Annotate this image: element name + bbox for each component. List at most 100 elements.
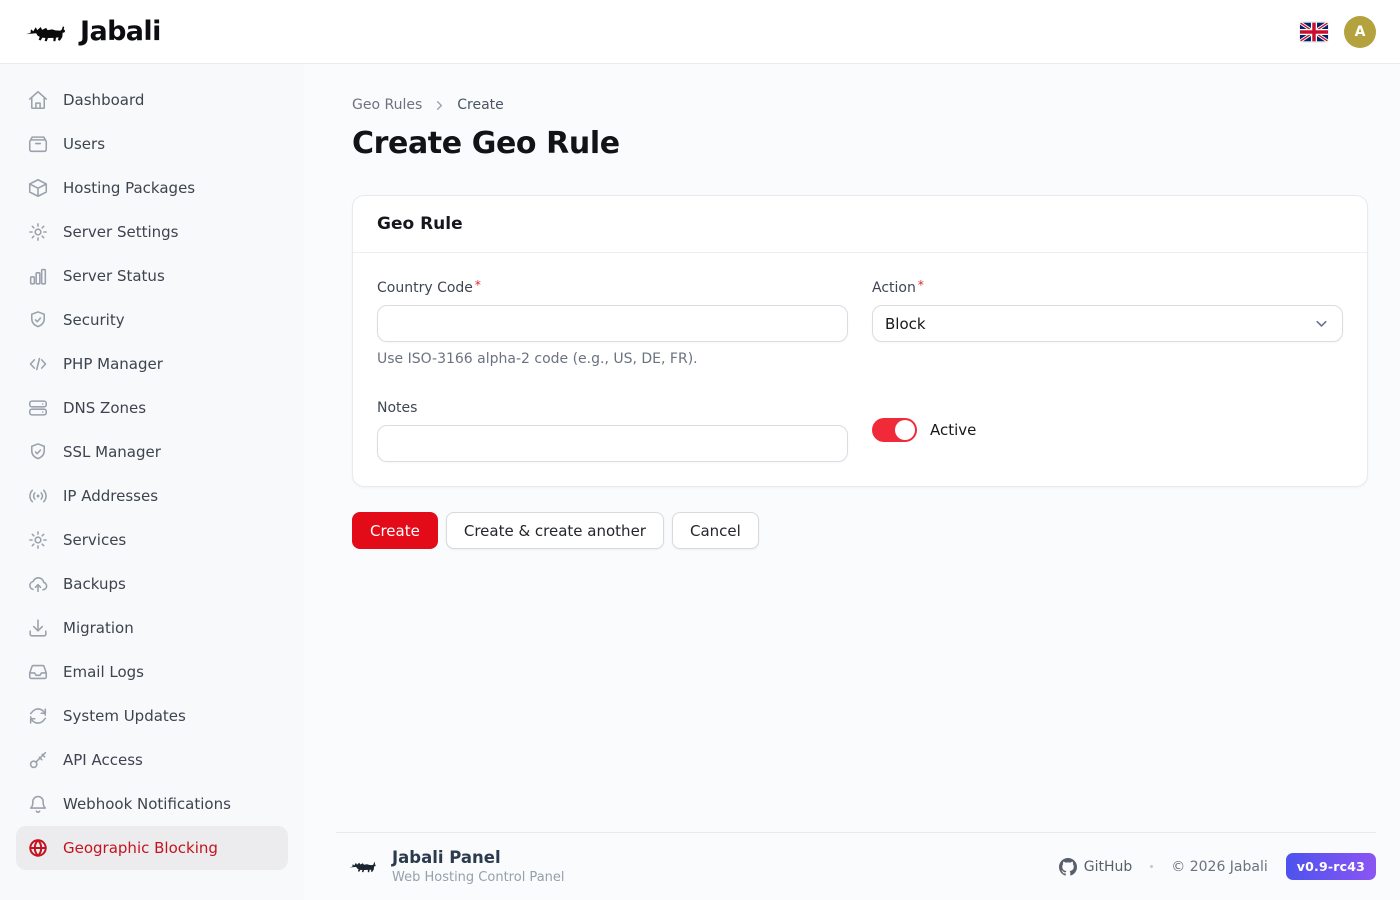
country-code-label: Country Code* [377,280,481,297]
notes-input[interactable] [377,425,848,462]
sidebar-item-server-status[interactable]: Server Status [16,254,288,298]
footer-brand: Jabali Panel [392,848,565,868]
sidebar-item-hosting-packages[interactable]: Hosting Packages [16,166,288,210]
language-flag-button[interactable] [1300,22,1328,42]
sidebar-item-services[interactable]: Services [16,518,288,562]
chevron-right-icon [432,98,447,113]
card-header: Geo Rule [353,196,1367,253]
sidebar-item-label: DNS Zones [63,399,146,417]
server-stack-icon [27,397,49,419]
footer-copyright: © 2026 Jabali [1171,859,1267,875]
boar-logo-icon [348,855,379,877]
sidebar-item-dns-zones[interactable]: DNS Zones [16,386,288,430]
breadcrumb: Geo Rules Create [352,97,1368,113]
required-asterisk: * [918,277,924,294]
action-select-value: Block [885,315,926,333]
sidebar-item-ssl-manager[interactable]: SSL Manager [16,430,288,474]
active-toggle-label: Active [930,421,976,439]
gear-icon [27,529,49,551]
app-logo[interactable]: Jabali [24,16,161,48]
archive-icon [27,133,49,155]
action-field: Action* Block [872,277,1343,367]
action-label: Action* [872,280,924,297]
cloud-upload-icon [27,573,49,595]
github-link[interactable]: GitHub [1059,858,1133,876]
inbox-icon [27,661,49,683]
sidebar-item-geographic-blocking[interactable]: Geographic Blocking [16,826,288,870]
key-icon [27,749,49,771]
sidebar-item-label: Dashboard [63,91,144,109]
user-avatar[interactable]: A [1344,16,1376,48]
active-toggle[interactable] [872,418,917,442]
gear-icon [27,221,49,243]
sidebar-item-label: Hosting Packages [63,179,195,197]
footer-tagline: Web Hosting Control Panel [392,870,565,885]
sidebar-item-ip-addresses[interactable]: IP Addresses [16,474,288,518]
sidebar-item-label: Email Logs [63,663,144,681]
country-code-helper-text: Use ISO-3166 alpha-2 code (e.g., US, DE,… [377,351,848,367]
geo-rule-card: Geo Rule Country Code* Use ISO-3166 alph… [352,195,1368,487]
sidebar-item-api-access[interactable]: API Access [16,738,288,782]
notes-label: Notes [377,400,417,417]
bar-chart-icon [27,265,49,287]
form-actions: Create Create & create another Cancel [352,512,1368,549]
sidebar-item-backups[interactable]: Backups [16,562,288,606]
avatar-initial: A [1355,24,1366,40]
sidebar-item-label: Security [63,311,125,329]
shield-check-icon [27,309,49,331]
breadcrumb-geo-rules-link[interactable]: Geo Rules [352,97,422,113]
sidebar-item-email-logs[interactable]: Email Logs [16,650,288,694]
sidebar-item-label: Migration [63,619,134,637]
footer-separator-dot [1150,865,1153,868]
required-asterisk: * [475,277,481,294]
country-code-input[interactable] [377,305,848,342]
sidebar-item-label: Geographic Blocking [63,839,218,857]
sidebar-item-label: Webhook Notifications [63,795,231,813]
version-badge: v0.9-rc43 [1286,853,1376,880]
sidebar-item-label: Users [63,135,105,153]
toggle-knob [895,420,915,440]
sidebar-item-server-settings[interactable]: Server Settings [16,210,288,254]
sidebar-item-system-updates[interactable]: System Updates [16,694,288,738]
top-header: Jabali A [0,0,1400,64]
brand-name: Jabali [80,16,161,47]
sidebar-item-users[interactable]: Users [16,122,288,166]
home-icon [27,89,49,111]
sidebar-item-label: PHP Manager [63,355,163,373]
github-icon [1059,858,1077,876]
uk-flag-icon [1300,22,1328,42]
bell-icon [27,793,49,815]
sidebar-item-php-manager[interactable]: PHP Manager [16,342,288,386]
active-field: Active [872,397,1343,462]
action-select[interactable]: Block [872,305,1343,342]
sidebar-item-label: System Updates [63,707,186,725]
country-code-field: Country Code* Use ISO-3166 alpha-2 code … [377,277,848,367]
sidebar-item-migration[interactable]: Migration [16,606,288,650]
breadcrumb-current: Create [457,97,504,113]
refresh-icon [27,705,49,727]
download-icon [27,617,49,639]
code-icon [27,353,49,375]
shield-check-icon [27,441,49,463]
sidebar-item-webhook-notifications[interactable]: Webhook Notifications [16,782,288,826]
chevron-down-icon [1313,315,1330,332]
sidebar-item-label: Server Settings [63,223,178,241]
card-title: Geo Rule [377,214,463,234]
create-button[interactable]: Create [352,512,438,549]
page-footer: Jabali Panel Web Hosting Control Panel G… [336,832,1376,900]
sidebar-item-security[interactable]: Security [16,298,288,342]
sidebar-nav: Dashboard Users Hosting Packages Server … [0,64,304,900]
sidebar-item-label: Services [63,531,126,549]
notes-field: Notes [377,397,848,462]
create-and-create-another-button[interactable]: Create & create another [446,512,664,549]
sidebar-item-label: Server Status [63,267,165,285]
sidebar-item-label: SSL Manager [63,443,161,461]
globe-icon [27,837,49,859]
package-icon [27,177,49,199]
boar-logo-icon [24,16,70,48]
sidebar-item-label: API Access [63,751,143,769]
cancel-button[interactable]: Cancel [672,512,759,549]
radio-waves-icon [27,485,49,507]
sidebar-item-dashboard[interactable]: Dashboard [16,78,288,122]
sidebar-item-label: Backups [63,575,126,593]
